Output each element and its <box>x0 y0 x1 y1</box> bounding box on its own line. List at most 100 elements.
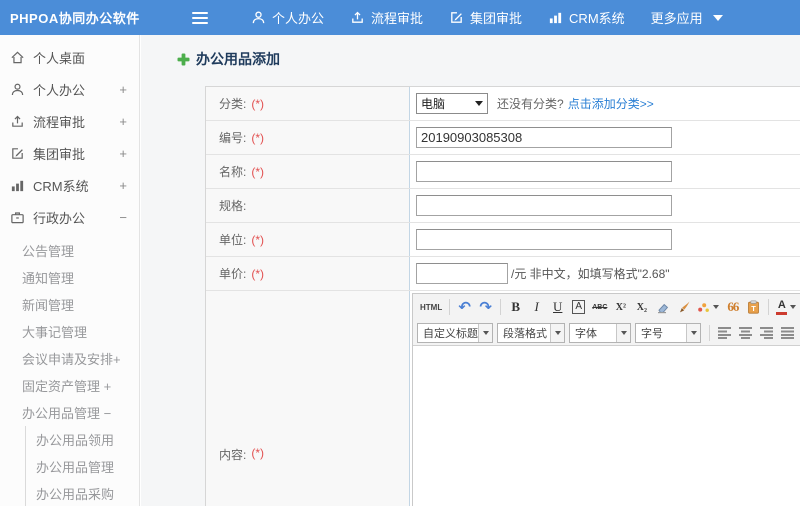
form-row-price: 单价: (*) /元 非中文，如填写格式"2.68" <box>206 257 800 291</box>
code-value-cell <box>410 121 800 154</box>
sidebar-item-admin-office[interactable]: 行政办公 − <box>0 201 139 233</box>
svg-text:T: T <box>752 304 757 313</box>
editor-content[interactable] <box>413 346 800 506</box>
user-icon <box>10 82 25 97</box>
font-style-button[interactable]: A <box>569 296 588 318</box>
supplies-add-form: 分类: (*) 电脑 还没有分类? 点击添加分类>> 编号: (*) 20190… <box>205 86 800 506</box>
sidebar-item-announcement-mgmt[interactable]: 公告管理 <box>0 237 139 264</box>
field-label: 编号: <box>219 131 247 145</box>
nav-item-personal-office[interactable]: 个人办公 <box>238 0 337 35</box>
nav-item-crm[interactable]: CRM系统 <box>535 0 638 35</box>
nav-label: 流程审批 <box>371 11 424 26</box>
align-center-button[interactable] <box>736 322 755 344</box>
toolbar-separator <box>449 299 451 315</box>
sidebar-item-personal-desktop[interactable]: 个人桌面 <box>0 41 139 73</box>
required-marker: (*) <box>251 266 265 281</box>
align-left-button[interactable] <box>715 322 734 344</box>
price-input[interactable] <box>416 263 508 284</box>
sidebar-item-notice-mgmt[interactable]: 通知管理 <box>0 264 139 291</box>
superscript-button[interactable]: X² <box>611 296 630 318</box>
unit-input[interactable] <box>416 229 672 250</box>
html-source-button[interactable]: HTML <box>418 296 444 318</box>
page-title: 办公用品添加 <box>177 49 280 69</box>
align-center-icon <box>738 326 753 339</box>
briefcase-icon <box>10 210 25 225</box>
align-right-button[interactable] <box>757 322 776 344</box>
sidebar-item-group-approval[interactable]: 集团审批 + <box>0 137 139 169</box>
main-content: 办公用品添加 分类: (*) 电脑 还没有分类? 点击添加分类>> 编号: (*… <box>141 35 800 506</box>
form-row-category: 分类: (*) 电脑 还没有分类? 点击添加分类>> <box>206 87 800 121</box>
caret-down-icon <box>686 323 700 342</box>
sidebar-item-personal-office[interactable]: 个人办公 + <box>0 73 139 105</box>
heading-select[interactable]: 自定义标题 <box>417 322 493 343</box>
price-label-cell: 单价: (*) <box>206 257 410 290</box>
field-label: 分类: <box>219 97 247 111</box>
sidebar-item-office-supplies-mgmt[interactable]: 办公用品管理 − <box>0 399 139 426</box>
align-justify-button[interactable] <box>778 322 797 344</box>
sidebar-item-crm[interactable]: CRM系统 + <box>0 169 139 201</box>
align-justify-icon <box>780 326 795 339</box>
sidebar-item-events-mgmt[interactable]: 大事记管理 <box>0 318 139 345</box>
paste-plain-button[interactable]: T <box>744 296 763 318</box>
spec-input[interactable] <box>416 195 672 216</box>
align-left-icon <box>717 326 732 339</box>
content-label-cell: 内容: (*) <box>206 291 410 506</box>
unit-value-cell <box>410 223 800 256</box>
form-row-content: 内容: (*) HTML ↶ ↷ B I U A ABC X² X₂ 66 T … <box>206 291 800 506</box>
add-category-link[interactable]: 点击添加分类>> <box>568 95 654 112</box>
nav-item-process-approval[interactable]: 流程审批 <box>337 0 436 35</box>
caret-down-icon <box>616 323 630 342</box>
nav-item-group-approval[interactable]: 集团审批 <box>436 0 535 35</box>
italic-button[interactable]: I <box>527 296 546 318</box>
name-input[interactable] <box>416 161 672 182</box>
font-family-select[interactable]: 字体 <box>569 322 631 343</box>
sidebar-item-fixed-assets-mgmt[interactable]: 固定资产管理 + <box>0 372 139 399</box>
bold-button[interactable]: B <box>506 296 525 318</box>
collapse-sign[interactable]: − <box>119 210 127 225</box>
field-label: 名称: <box>219 165 247 179</box>
brush-icon <box>677 300 691 314</box>
field-label: 内容: <box>219 448 247 462</box>
unit-label-cell: 单位: (*) <box>206 223 410 256</box>
user-icon <box>251 10 266 25</box>
selected-option: 段落格式 <box>503 327 547 340</box>
expand-sign[interactable]: + <box>119 178 127 193</box>
sidebar-item-supplies-purchase[interactable]: 办公用品采购 <box>26 480 139 506</box>
code-input[interactable] <box>416 127 672 148</box>
sidebar-item-meeting-mgmt[interactable]: 会议申请及安排+ <box>0 345 139 372</box>
app-title[interactable]: PHPOA协同办公软件 <box>0 8 160 27</box>
expand-sign[interactable]: + <box>119 114 127 129</box>
font-color-button[interactable]: A <box>774 296 798 318</box>
nav-item-more-apps[interactable]: 更多应用 <box>638 0 736 35</box>
expand-sign[interactable]: + <box>119 146 127 161</box>
boxed-a-icon: A <box>572 300 586 314</box>
blockquote-button[interactable]: 66 <box>723 296 742 318</box>
top-navigation: 个人办公 流程审批 集团审批 CRM系统 更多应用 <box>238 0 736 35</box>
required-marker: (*) <box>251 130 265 145</box>
subscript-button[interactable]: X₂ <box>632 296 651 318</box>
sidebar-item-supplies-management[interactable]: 办公用品管理 <box>26 453 139 480</box>
remove-format-button[interactable] <box>653 296 672 318</box>
sidebar-item-label: 集团审批 <box>33 146 86 162</box>
auto-typeset-button[interactable] <box>695 296 721 318</box>
form-row-spec: 规格: <box>206 189 800 223</box>
underline-button[interactable]: U <box>548 296 567 318</box>
font-size-select[interactable]: 字号 <box>635 322 701 343</box>
font-color-icon: A <box>776 299 788 315</box>
clipboard-icon: T <box>747 300 760 314</box>
strikethrough-button[interactable]: ABC <box>590 296 609 318</box>
category-select[interactable]: 电脑 <box>416 93 488 114</box>
hamburger-icon <box>192 11 208 24</box>
menu-toggle-button[interactable] <box>192 11 218 24</box>
required-marker: (*) <box>251 96 265 111</box>
paragraph-format-select[interactable]: 段落格式 <box>497 322 565 343</box>
caret-down-icon <box>478 323 492 342</box>
expand-sign[interactable]: + <box>119 82 127 97</box>
format-painter-button[interactable] <box>674 296 693 318</box>
sidebar-item-supplies-requisition[interactable]: 办公用品领用 <box>26 426 139 453</box>
sidebar-item-process-approval[interactable]: 流程审批 + <box>0 105 139 137</box>
redo-button[interactable]: ↷ <box>476 296 495 318</box>
undo-button[interactable]: ↶ <box>455 296 474 318</box>
sidebar-item-label: 个人桌面 <box>33 50 86 66</box>
sidebar-item-news-mgmt[interactable]: 新闻管理 <box>0 291 139 318</box>
